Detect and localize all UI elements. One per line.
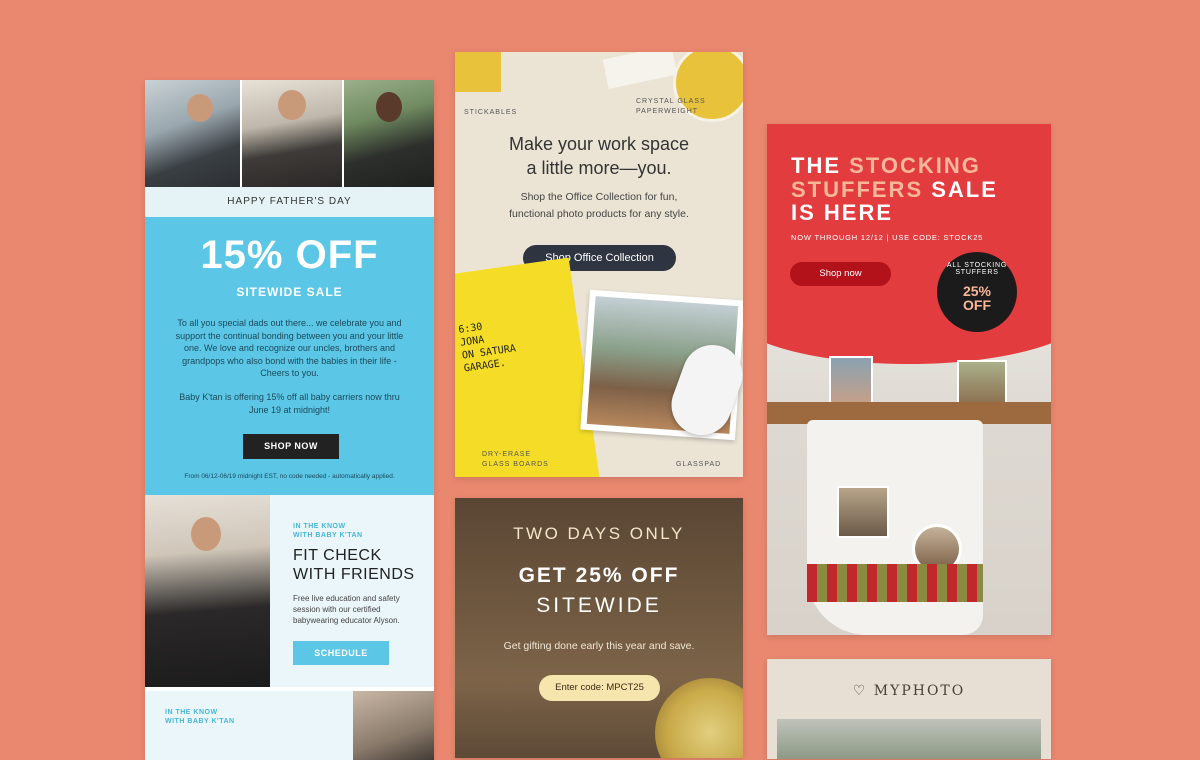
paperweight-label-2: PAPERWEIGHT: [636, 108, 699, 115]
badge-percent: 25%: [962, 283, 992, 299]
headline-line2: STUFFERS SALE: [791, 178, 998, 202]
heart-frame-icon: ♡: [852, 683, 868, 699]
myphoto-hero-image: [777, 719, 1041, 759]
sale-headline: 15% OFF: [200, 233, 379, 277]
photo-frame-boy: [829, 356, 873, 408]
section3-photo: [353, 691, 434, 760]
in-the-know-section: IN THE KNOW WITH BABY K'TAN: [145, 687, 434, 760]
fathers-day-photo-strip: [145, 80, 434, 187]
office-title-line1: Make your work space: [508, 134, 690, 154]
discount-badge: ALL STOCKING STUFFERS 25% OFF: [937, 252, 1017, 332]
promo-meta: NOW THROUGH 12/12 | USE CODE: STOCK25: [791, 233, 984, 242]
stickables-photo: [455, 52, 501, 92]
office-desc-line2: functional photo products for any style.: [509, 208, 689, 220]
promo-code-button[interactable]: Enter code: MPCT25: [539, 675, 660, 701]
shop-now-button-red[interactable]: Shop now: [790, 262, 891, 286]
fathers-day-band: HAPPY FATHER'S DAY: [145, 187, 434, 217]
headline-stocking: STOCKING: [849, 153, 981, 178]
office-title: Make your work space a little more—you.: [455, 132, 743, 180]
section-title: FIT CHECK: [293, 547, 382, 564]
headline-line1: THE STOCKING: [791, 154, 981, 178]
board-handwriting: 6:30 JONA ON SATURA GARAGE.: [457, 321, 517, 375]
section-kicker-2: WITH BABY K'TAN: [293, 532, 363, 539]
paper-sheet: [602, 52, 678, 89]
ornament-photo-square: [837, 486, 889, 538]
section3-kicker: IN THE KNOW: [165, 709, 218, 716]
office-description: Shop the Office Collection for fun, func…: [455, 189, 743, 223]
stocking-stuffers-card: THE STOCKING STUFFERS SALE IS HERE NOW T…: [767, 124, 1051, 635]
headline-the: THE: [791, 153, 841, 178]
office-desc-line1: Shop the Office Collection for fun,: [520, 191, 678, 203]
shop-now-button[interactable]: SHOP NOW: [243, 434, 339, 459]
glasspad-label: GLASSPAD: [676, 461, 722, 468]
office-title-line2: a little more—you.: [526, 158, 672, 178]
stickables-label: STICKABLES: [464, 109, 518, 116]
fine-print: From 06/12-06/19 midnight EST, no code n…: [184, 473, 395, 480]
two-days-only-card: TWO DAYS ONLY GET 25% OFF SITEWIDE Get g…: [455, 498, 743, 758]
section-title-2: WITH FRIENDS: [293, 566, 415, 583]
badge-text: ALL STOCKING STUFFERS: [946, 262, 1008, 276]
section-kicker: IN THE KNOW: [293, 523, 346, 530]
candle-image: [655, 678, 743, 758]
board-label-2: GLASS BOARDS: [482, 461, 549, 468]
section3-kicker-2: WITH BABY K'TAN: [165, 718, 235, 725]
sale-subhead: SITEWIDE SALE: [236, 285, 343, 299]
myphoto-logo: ♡ MYPHOTO: [767, 683, 1051, 699]
two-days-line: TWO DAYS ONLY: [513, 524, 685, 543]
headline-stuffers: STUFFERS: [791, 177, 924, 202]
dad-photo-1: [145, 80, 240, 187]
gifting-description: Get gifting done early this year and sav…: [503, 640, 695, 652]
myphoto-logo-text: MYPHOTO: [873, 683, 966, 699]
striped-scarf: [807, 564, 983, 602]
myphoto-card: ♡ MYPHOTO: [767, 659, 1051, 759]
headline-line3: IS HERE: [791, 200, 894, 225]
sitewide-line: SITEWIDE: [536, 594, 662, 617]
sale-offer-text: Baby K'tan is offering 15% off all baby …: [179, 392, 400, 415]
fit-check-section: IN THE KNOW WITH BABY K'TAN FIT CHECK WI…: [145, 495, 434, 687]
badge-off: OFF: [963, 297, 991, 313]
headline-sale: SALE: [931, 177, 998, 202]
white-stocking: [807, 420, 983, 635]
discount-line: GET 25% OFF: [518, 564, 680, 587]
paperweight-label: CRYSTAL GLASS: [636, 98, 706, 105]
board-label: DRY-ERASE: [482, 451, 532, 458]
section-text: Free live education and safety session w…: [293, 594, 400, 625]
sale-hero: 15% OFF SITEWIDE SALE To all you special…: [145, 217, 434, 495]
baby-ktan-email-card: HAPPY FATHER'S DAY 15% OFF SITEWIDE SALE…: [145, 80, 434, 760]
dad-photo-3: [344, 80, 434, 187]
dad-photo-2: [242, 80, 342, 187]
schedule-button[interactable]: SCHEDULE: [293, 641, 389, 665]
office-collection-card: STICKABLES CRYSTAL GLASS PAPERWEIGHT Mak…: [455, 52, 743, 477]
mom-with-baby-photo: [145, 495, 270, 687]
sale-paragraph: To all you special dads out there... we …: [175, 318, 404, 378]
